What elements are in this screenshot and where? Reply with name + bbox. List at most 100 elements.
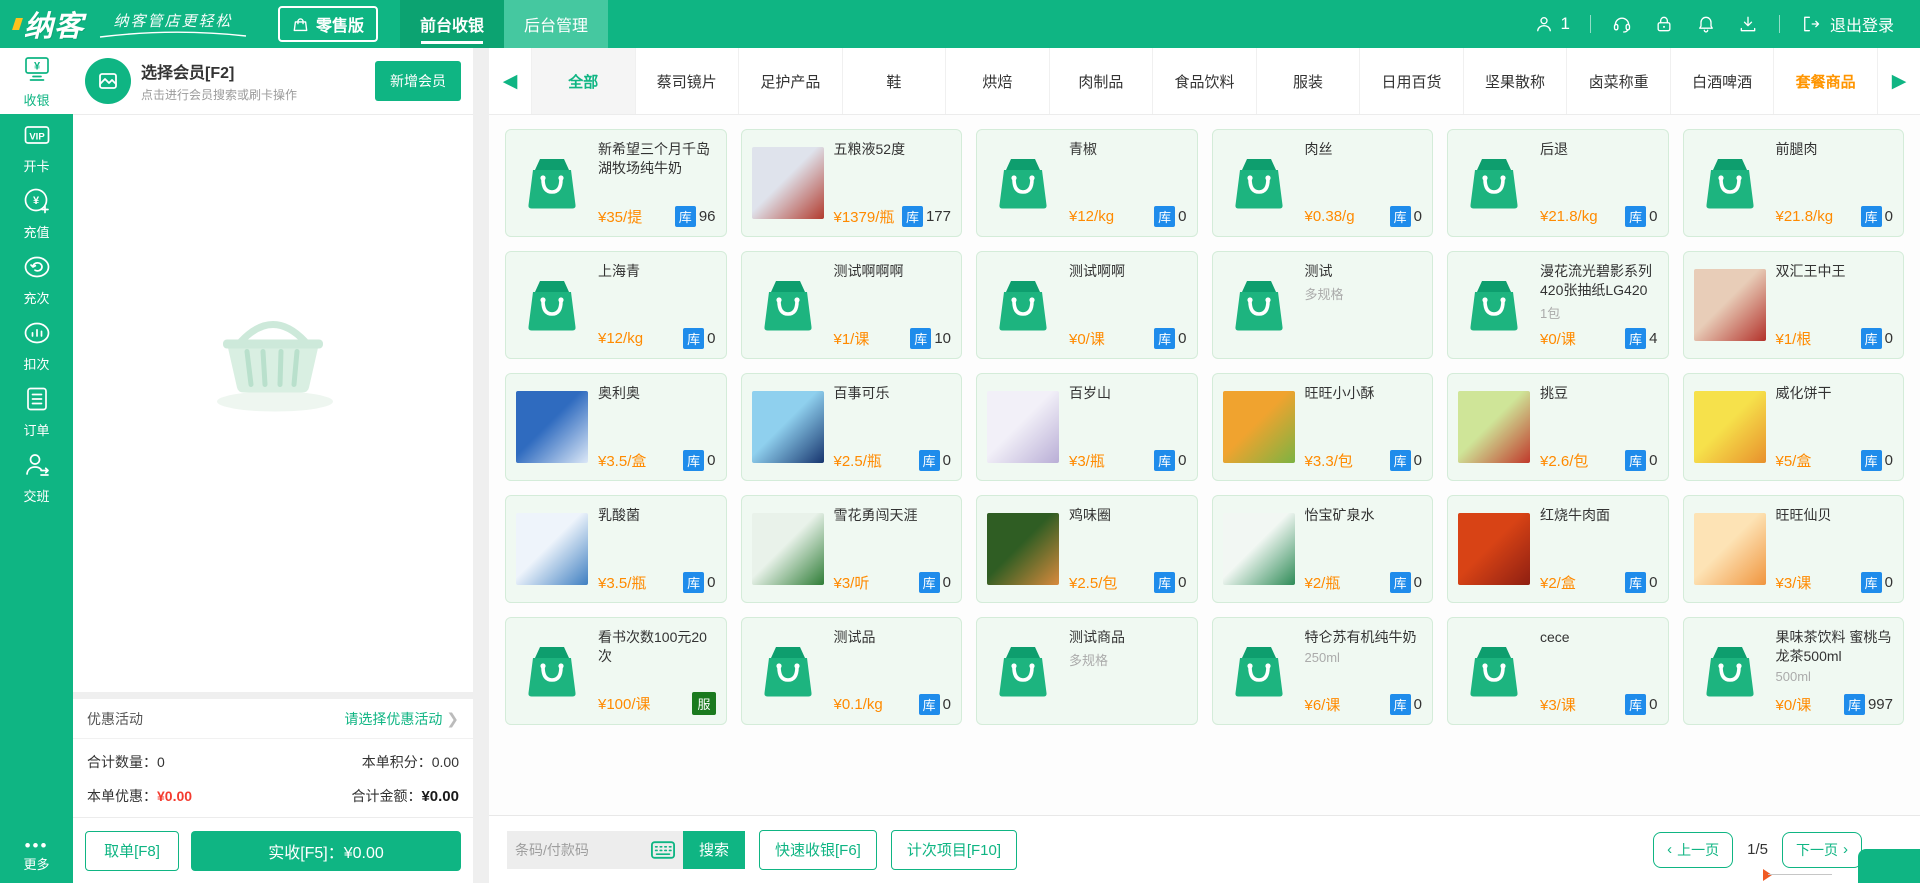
promo-select-link[interactable]: 请选择优惠活动 bbox=[344, 709, 442, 729]
category-tab-11[interactable]: 白酒啤酒 bbox=[1670, 48, 1774, 114]
product-card[interactable]: 特仑苏有机纯牛奶250ml¥6/课库0 bbox=[1212, 617, 1434, 725]
lock-icon[interactable] bbox=[1653, 13, 1675, 35]
category-tab-6[interactable]: 食品饮料 bbox=[1152, 48, 1256, 114]
sidebar-item-vip-card[interactable]: VIP开卡 bbox=[0, 114, 73, 180]
category-tab-9[interactable]: 坚果散称 bbox=[1463, 48, 1567, 114]
product-info: 威化饼干¥5/盒库0 bbox=[1776, 383, 1894, 471]
sidebar-item-more[interactable]: ••• 更多 bbox=[0, 840, 73, 873]
product-card[interactable]: cece¥3/课库0 bbox=[1447, 617, 1669, 725]
promo-row[interactable]: 优惠活动 请选择优惠活动 ❯ bbox=[73, 699, 473, 739]
product-photo bbox=[987, 513, 1059, 585]
download-icon[interactable] bbox=[1737, 13, 1759, 35]
product-card[interactable]: 怡宝矿泉水¥2/瓶库0 bbox=[1212, 495, 1434, 603]
category-tab-1[interactable]: 蔡司镜片 bbox=[635, 48, 739, 114]
product-card[interactable]: 百岁山¥3/瓶库0 bbox=[976, 373, 1198, 481]
sidebar-item-deduct-times[interactable]: 扣次 bbox=[0, 312, 73, 378]
product-card[interactable]: 乳酸菌¥3.5/瓶库0 bbox=[505, 495, 727, 603]
category-tab-10[interactable]: 卤菜称重 bbox=[1566, 48, 1670, 114]
sidebar-item-refill-times[interactable]: 充次 bbox=[0, 246, 73, 312]
product-card[interactable]: 鸡味圈¥2.5/包库0 bbox=[976, 495, 1198, 603]
category-tab-8[interactable]: 日用百货 bbox=[1359, 48, 1463, 114]
product-card[interactable]: 新希望三个月千岛湖牧场纯牛奶¥35/提库96 bbox=[505, 129, 727, 237]
bell-icon[interactable] bbox=[1695, 13, 1717, 35]
product-card[interactable]: 测试啊啊啊¥1/课库10 bbox=[741, 251, 963, 359]
checkout-button[interactable]: 实收[F5]：¥0.00 bbox=[191, 831, 461, 871]
product-card[interactable]: 肉丝¥0.38/g库0 bbox=[1212, 129, 1434, 237]
product-card[interactable]: 旺旺小小酥¥3.3/包库0 bbox=[1212, 373, 1434, 481]
product-card[interactable]: 青椒¥12/kg库0 bbox=[976, 129, 1198, 237]
product-info: 奥利奥¥3.5/盒库0 bbox=[598, 383, 716, 471]
member-panel: 选择会员[F2] 点击进行会员搜索或刷卡操作 新增会员 bbox=[73, 48, 473, 883]
add-member-button[interactable]: 新增会员 bbox=[375, 61, 461, 101]
product-card[interactable]: 果味茶饮料 蜜桃乌龙茶500ml500ml¥0/课库997 bbox=[1683, 617, 1905, 725]
prev-page-button[interactable]: ‹上一页 bbox=[1653, 832, 1733, 868]
product-card[interactable]: 旺旺仙贝¥3/课库0 bbox=[1683, 495, 1905, 603]
tab-back-management[interactable]: 后台管理 bbox=[504, 0, 608, 48]
tab-front-cashier[interactable]: 前台收银 bbox=[400, 0, 504, 48]
product-card[interactable]: 挑豆¥2.6/包库0 bbox=[1447, 373, 1669, 481]
category-prev-icon[interactable]: ◀ bbox=[489, 48, 531, 114]
product-card[interactable]: 测试商品多规格 bbox=[976, 617, 1198, 725]
product-photo bbox=[752, 147, 824, 219]
product-card[interactable]: 测试品¥0.1/kg库0 bbox=[741, 617, 963, 725]
product-footer: ¥0/课库997 bbox=[1776, 694, 1894, 715]
product-card[interactable]: 奥利奥¥3.5/盒库0 bbox=[505, 373, 727, 481]
logout-button[interactable]: 退出登录 bbox=[1800, 12, 1894, 36]
product-info: 果味茶饮料 蜜桃乌龙茶500ml500ml¥0/课库997 bbox=[1776, 627, 1894, 715]
keyboard-icon[interactable] bbox=[651, 841, 675, 859]
product-price: ¥6/课 bbox=[1305, 694, 1341, 715]
product-name: 青椒 bbox=[1069, 140, 1187, 159]
user-count-button[interactable]: 1 bbox=[1533, 13, 1570, 35]
counting-item-button[interactable]: 计次项目[F10] bbox=[891, 830, 1017, 870]
product-footer: ¥3.3/包库0 bbox=[1305, 450, 1423, 471]
sidebar-item-orders[interactable]: 订单 bbox=[0, 378, 73, 444]
category-tab-7[interactable]: 服装 bbox=[1256, 48, 1360, 114]
category-tab-4[interactable]: 烘焙 bbox=[945, 48, 1049, 114]
hold-order-button[interactable]: 取单[F8] bbox=[85, 831, 179, 871]
category-next-icon[interactable]: ▶ bbox=[1878, 48, 1920, 114]
stock-badge: 库 bbox=[910, 328, 931, 349]
floating-widget[interactable] bbox=[1858, 849, 1920, 883]
category-tab-3[interactable]: 鞋 bbox=[842, 48, 946, 114]
product-card[interactable]: 红烧牛肉面¥2/盒库0 bbox=[1447, 495, 1669, 603]
category-tab-12[interactable]: 套餐商品 bbox=[1773, 48, 1878, 114]
category-tab-0[interactable]: 全部 bbox=[531, 48, 635, 114]
sidebar-item-cash-register[interactable]: ¥收银 bbox=[0, 48, 73, 114]
tab-label: 后台管理 bbox=[524, 12, 588, 36]
product-card[interactable]: 百事可乐¥2.5/瓶库0 bbox=[741, 373, 963, 481]
category-bar: ◀ 全部蔡司镜片足护产品鞋烘焙肉制品食品饮料服装日用百货坚果散称卤菜称重白酒啤酒… bbox=[489, 48, 1920, 115]
product-info: 前腿肉¥21.8/kg库0 bbox=[1776, 139, 1894, 227]
next-page-button[interactable]: 下一页› bbox=[1782, 832, 1862, 868]
default-bag-icon bbox=[752, 635, 824, 707]
edition-badge[interactable]: 零售版 bbox=[278, 6, 378, 42]
stock-count: 0 bbox=[707, 452, 715, 469]
search-button[interactable]: 搜索 bbox=[683, 831, 745, 869]
stock-info: 库0 bbox=[1154, 328, 1186, 349]
product-name: 测试商品 bbox=[1069, 628, 1187, 647]
category-tab-5[interactable]: 肉制品 bbox=[1049, 48, 1153, 114]
support-headset-icon[interactable] bbox=[1611, 13, 1633, 35]
stock-badge: 库 bbox=[1625, 328, 1646, 349]
default-bag-icon bbox=[1458, 635, 1530, 707]
member-select-bar[interactable]: 选择会员[F2] 点击进行会员搜索或刷卡操作 新增会员 bbox=[73, 48, 473, 115]
stock-badge: 库 bbox=[1861, 450, 1882, 471]
barcode-input[interactable] bbox=[515, 842, 651, 858]
category-tab-2[interactable]: 足护产品 bbox=[738, 48, 842, 114]
product-card[interactable]: 测试多规格 bbox=[1212, 251, 1434, 359]
product-card[interactable]: 威化饼干¥5/盒库0 bbox=[1683, 373, 1905, 481]
product-card[interactable]: 看书次数100元20次¥100/课服 bbox=[505, 617, 727, 725]
quick-cashier-button[interactable]: 快速收银[F6] bbox=[759, 830, 877, 870]
product-card[interactable]: 五粮液52度¥1379/瓶库177 bbox=[741, 129, 963, 237]
product-photo bbox=[1694, 513, 1766, 585]
sidebar-item-recharge[interactable]: ¥充值 bbox=[0, 180, 73, 246]
product-card[interactable]: 前腿肉¥21.8/kg库0 bbox=[1683, 129, 1905, 237]
product-card[interactable]: 测试啊啊¥0/课库0 bbox=[976, 251, 1198, 359]
product-card[interactable]: 漫花流光碧影系列420张抽纸LG4201包¥0/课库4 bbox=[1447, 251, 1669, 359]
sidebar-item-shift-change[interactable]: 交班 bbox=[0, 444, 73, 510]
cart-empty-area bbox=[73, 115, 473, 692]
product-card[interactable]: 雪花勇闯天涯¥3/听库0 bbox=[741, 495, 963, 603]
bag-icon bbox=[292, 16, 309, 33]
product-card[interactable]: 上海青¥12/kg库0 bbox=[505, 251, 727, 359]
product-card[interactable]: 后退¥21.8/kg库0 bbox=[1447, 129, 1669, 237]
product-card[interactable]: 双汇王中王¥1/根库0 bbox=[1683, 251, 1905, 359]
